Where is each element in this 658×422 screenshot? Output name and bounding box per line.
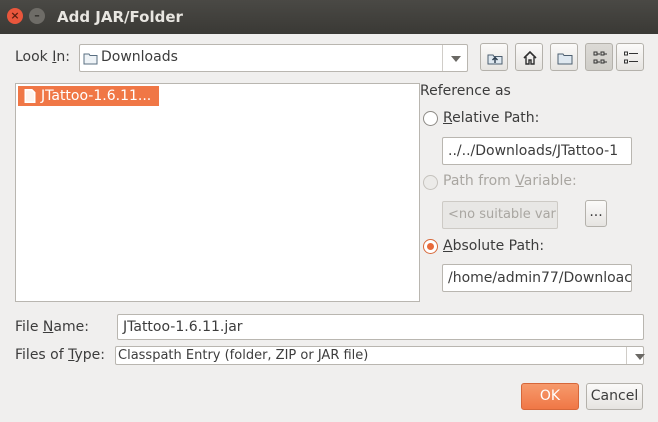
home-button[interactable] — [515, 43, 543, 71]
list-view-button[interactable] — [585, 43, 613, 71]
relative-path-field[interactable]: ../../Downloads/JTattoo-1 — [442, 137, 632, 165]
browse-variable-button[interactable]: ... — [585, 200, 607, 227]
details-view-icon — [624, 51, 638, 64]
home-icon — [523, 50, 537, 65]
folder-icon — [83, 53, 98, 65]
window-title: Add JAR/Folder — [57, 8, 183, 26]
list-item[interactable]: JTattoo-1.6.11... — [18, 86, 159, 106]
relative-path-label: Relative Path: — [443, 110, 540, 126]
new-folder-button[interactable] — [550, 43, 578, 71]
minimize-window-button[interactable]: – — [29, 8, 45, 24]
absolute-path-radio[interactable] — [423, 239, 438, 254]
path-from-variable-radio[interactable] — [423, 175, 438, 190]
files-of-type-combo[interactable]: Classpath Entry (folder, ZIP or JAR file… — [115, 346, 645, 365]
up-one-level-button[interactable] — [480, 43, 508, 71]
up-one-level-icon — [487, 54, 503, 65]
list-view-icon — [593, 51, 607, 64]
absolute-path-field[interactable]: /home/admin77/Downloac — [442, 264, 632, 292]
chevron-down-icon[interactable] — [626, 347, 645, 364]
chevron-down-icon[interactable] — [442, 45, 467, 71]
cancel-button[interactable]: Cancel — [586, 383, 643, 410]
file-list[interactable]: JTattoo-1.6.11... — [15, 83, 420, 302]
reference-heading: Reference as — [420, 83, 511, 99]
new-folder-icon — [557, 53, 573, 65]
ok-button[interactable]: OK — [521, 383, 579, 410]
look-in-label: Look In: — [15, 49, 70, 65]
file-name-input[interactable]: JTattoo-1.6.11.jar — [117, 314, 644, 340]
title-bar: × – Add JAR/Folder — [0, 0, 658, 34]
close-window-button[interactable]: × — [7, 8, 23, 24]
look-in-value: Downloads — [101, 49, 178, 65]
files-of-type-value: Classpath Entry (folder, ZIP or JAR file… — [118, 348, 369, 363]
path-from-variable-label: Path from Variable: — [443, 173, 577, 189]
file-icon — [24, 89, 36, 103]
relative-path-radio[interactable] — [423, 111, 438, 126]
variable-select[interactable]: <no suitable var — [442, 201, 558, 229]
files-of-type-label: Files of Type: — [15, 347, 106, 363]
absolute-path-label: Absolute Path: — [443, 238, 545, 254]
details-view-button[interactable] — [616, 43, 644, 71]
look-in-combo[interactable]: Downloads — [79, 44, 468, 72]
file-name-label: File Name: — [15, 319, 89, 335]
file-name: JTattoo-1.6.11... — [41, 88, 152, 104]
